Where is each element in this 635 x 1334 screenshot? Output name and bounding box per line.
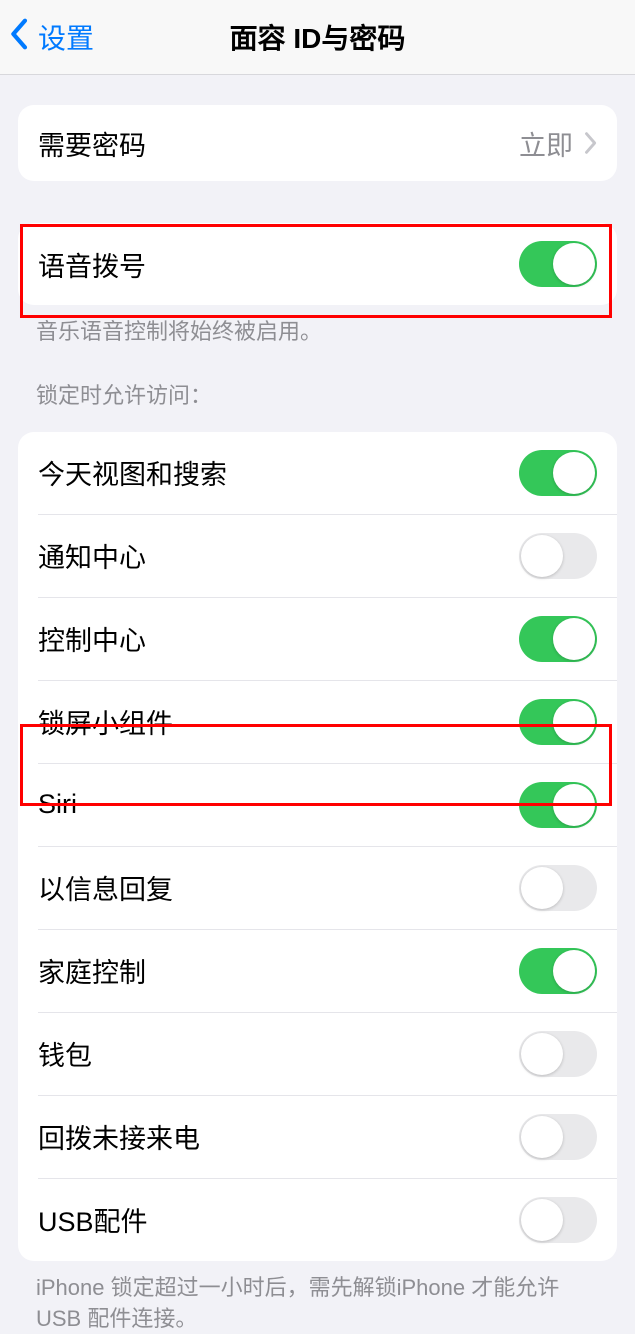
- row-label: 语音拨号: [38, 245, 519, 284]
- row-require-passcode[interactable]: 需要密码 立即: [18, 105, 617, 181]
- toggle-locked-item[interactable]: [519, 616, 597, 662]
- toggle-locked-item[interactable]: [519, 533, 597, 579]
- row-label: 控制中心: [38, 619, 519, 658]
- locked-access-header: 锁定时允许访问：: [0, 348, 635, 418]
- group-locked-access: 今天视图和搜索通知中心控制中心锁屏小组件 Siri 以信息回复家庭控制钱包回拨未接来…: [18, 432, 617, 1261]
- row-locked-item: 控制中心: [38, 598, 617, 680]
- toggle-locked-item[interactable]: [519, 1031, 597, 1077]
- row-label: 回拨未接来电: [38, 1117, 519, 1156]
- row-label: USB配件: [38, 1200, 519, 1239]
- chevron-left-icon: [10, 17, 30, 58]
- row-label: 钱包: [38, 1034, 519, 1073]
- voice-dial-footer: 音乐语音控制将始终被启用。: [0, 305, 635, 348]
- toggle-locked-item[interactable]: [519, 1114, 597, 1160]
- toggle-locked-item[interactable]: [519, 1197, 597, 1243]
- toggle-locked-item[interactable]: [519, 782, 597, 828]
- toggle-locked-item[interactable]: [519, 450, 597, 496]
- row-label: 今天视图和搜索: [38, 453, 519, 492]
- toggle-locked-item[interactable]: [519, 948, 597, 994]
- toggle-locked-item[interactable]: [519, 865, 597, 911]
- row-locked-item: Siri: [38, 764, 617, 846]
- chevron-right-icon: [583, 131, 597, 155]
- group-voice-dial: 语音拨号: [18, 223, 617, 305]
- row-voice-dial: 语音拨号: [18, 223, 617, 305]
- back-button[interactable]: 设置: [0, 17, 94, 58]
- navbar: 设置 面容 ID与密码: [0, 0, 635, 75]
- row-label: 通知中心: [38, 536, 519, 575]
- row-label: Siri: [38, 789, 519, 820]
- row-locked-item: 通知中心: [38, 515, 617, 597]
- page-title: 面容 ID与密码: [0, 17, 635, 57]
- row-locked-item: 回拨未接来电: [38, 1096, 617, 1178]
- row-locked-item: 以信息回复: [38, 847, 617, 929]
- toggle-locked-item[interactable]: [519, 699, 597, 745]
- toggle-voice-dial[interactable]: [519, 241, 597, 287]
- row-label: 以信息回复: [38, 868, 519, 907]
- group-passcode: 需要密码 立即: [18, 105, 617, 181]
- row-label: 需要密码: [38, 124, 519, 163]
- row-locked-item: USB配件: [38, 1179, 617, 1261]
- row-value: 立即: [519, 124, 573, 163]
- row-locked-item: 今天视图和搜索: [18, 432, 617, 514]
- back-label: 设置: [38, 17, 94, 57]
- row-locked-item: 钱包: [38, 1013, 617, 1095]
- content: 需要密码 立即 语音拨号 音乐语音控制将始终被启用。 锁定时允许访问： 今天视图…: [0, 105, 635, 1334]
- row-locked-item: 锁屏小组件: [38, 681, 617, 763]
- row-locked-item: 家庭控制: [38, 930, 617, 1012]
- usb-footer: iPhone 锁定超过一小时后，需先解锁iPhone 才能允许USB 配件连接。: [0, 1261, 635, 1334]
- row-label: 家庭控制: [38, 951, 519, 990]
- row-label: 锁屏小组件: [38, 702, 519, 741]
